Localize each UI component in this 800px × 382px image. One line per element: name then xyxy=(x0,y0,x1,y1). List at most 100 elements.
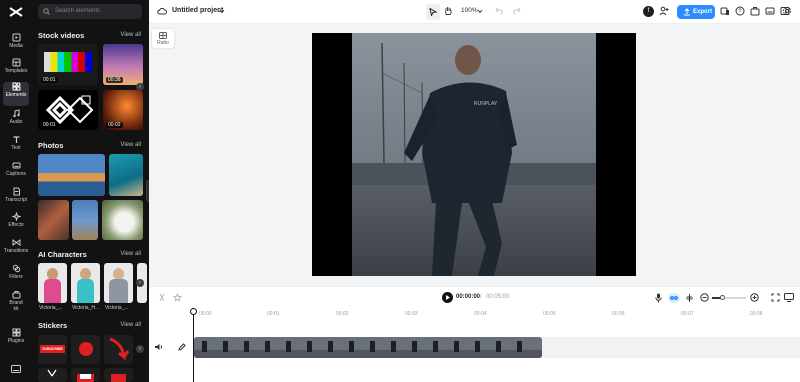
device-preview-icon[interactable] xyxy=(720,6,730,16)
stock-video-thumb[interactable]: 00:01 xyxy=(38,44,98,85)
photo-thumb[interactable] xyxy=(38,154,105,196)
rail-label: Captions xyxy=(6,171,26,177)
stock-video-thumb[interactable]: 00:02 xyxy=(103,90,143,130)
select-tool-button[interactable] xyxy=(426,4,440,20)
share-user-icon[interactable] xyxy=(659,6,669,16)
subscribe-sticker: SUBSCRIBE xyxy=(40,345,65,353)
keyboard-shortcuts-icon[interactable] xyxy=(765,6,775,16)
settings-gear-icon[interactable] xyxy=(782,6,792,16)
rail-item-media[interactable]: Media xyxy=(0,33,32,57)
time-tick: 00:02 xyxy=(336,311,349,317)
photo-thumb[interactable] xyxy=(109,154,143,196)
sticker-thumb[interactable] xyxy=(38,368,67,382)
rail-item-effects[interactable]: Effects xyxy=(0,212,32,236)
project-title[interactable]: Untitled project xyxy=(172,7,223,14)
captions-icon xyxy=(12,162,20,169)
help-icon[interactable]: ? xyxy=(735,6,745,16)
track-audio-icon[interactable] xyxy=(154,343,163,351)
hand-icon[interactable] xyxy=(444,6,453,16)
play-button[interactable] xyxy=(442,292,453,303)
sticker-thumb[interactable] xyxy=(104,368,133,382)
rail-item-templates[interactable]: Templates xyxy=(0,58,32,82)
rail-item-filters[interactable]: Filters xyxy=(0,264,32,288)
rail-item-brand-kit[interactable]: Brand kit xyxy=(0,290,32,318)
rail-item-audio[interactable]: Audio xyxy=(0,109,32,133)
link-toggle[interactable] xyxy=(668,293,680,303)
zoom-level[interactable]: 100% xyxy=(461,7,478,14)
sticker-thumb[interactable] xyxy=(104,335,133,364)
undo-icon[interactable] xyxy=(495,6,504,15)
character-name: Victoria_... xyxy=(39,305,63,311)
photo-thumb[interactable] xyxy=(102,200,143,240)
section-title-photos: Photos xyxy=(38,141,64,150)
ratio-label: Ratio xyxy=(157,40,169,46)
microphone-icon[interactable] xyxy=(655,293,662,303)
search-elements-input[interactable]: Search elements xyxy=(38,4,142,19)
zoom-out-icon[interactable] xyxy=(700,293,709,302)
rail-label: Templates xyxy=(4,68,28,74)
zoom-slider-track[interactable] xyxy=(712,295,746,300)
ai-character-thumb[interactable] xyxy=(104,263,133,303)
chevron-right-icon[interactable]: › xyxy=(136,279,144,287)
fit-timeline-icon[interactable] xyxy=(771,293,780,302)
ai-character-thumb[interactable] xyxy=(71,263,100,303)
view-all-stock-videos[interactable]: View all xyxy=(120,32,141,38)
playhead[interactable] xyxy=(193,308,194,382)
time-tick: 00:06 xyxy=(612,311,625,317)
export-button[interactable]: Export xyxy=(677,5,715,19)
chevron-right-icon[interactable]: › xyxy=(136,345,144,353)
rail-label: Transcript xyxy=(4,197,28,203)
stock-video-thumb[interactable]: 00:01 xyxy=(38,90,98,130)
photo-thumb[interactable] xyxy=(72,200,98,240)
time-tick: 00:01 xyxy=(267,311,280,317)
chevron-down-icon[interactable] xyxy=(477,9,483,14)
chevron-down-icon[interactable] xyxy=(219,9,225,14)
rail-label: Transitions xyxy=(3,248,29,254)
photo-thumb[interactable] xyxy=(38,200,69,240)
star-icon[interactable] xyxy=(173,293,182,302)
play-icon xyxy=(446,295,450,300)
timeline: 00:00 00:01 00:02 00:03 00:04 00:05 00:0… xyxy=(149,308,800,382)
time-tick: 00:08 xyxy=(750,311,763,317)
brand-kit-icon xyxy=(12,291,20,299)
view-all-photos[interactable]: View all xyxy=(120,142,141,148)
playhead-handle[interactable] xyxy=(190,308,197,315)
keyboard-icon[interactable] xyxy=(11,365,21,373)
audio-split-icon[interactable] xyxy=(685,293,694,303)
sticker-thumb[interactable]: SUBSCRIBE xyxy=(38,335,67,364)
rail-item-transitions[interactable]: Transitions xyxy=(0,238,32,262)
edit-pencil-icon[interactable] xyxy=(178,343,186,351)
ai-character-thumb[interactable] xyxy=(38,263,67,303)
rail-item-plugins[interactable]: Plugins xyxy=(0,328,32,352)
fullscreen-preview-icon[interactable] xyxy=(784,293,794,302)
upload-icon xyxy=(684,8,690,16)
zoom-in-icon[interactable] xyxy=(750,293,759,302)
video-preview[interactable]: RUNPLAY xyxy=(312,33,636,276)
rail-item-captions[interactable]: Captions xyxy=(0,161,32,185)
stock-video-thumb[interactable]: 00:38 xyxy=(103,44,143,85)
rail-item-elements[interactable]: Elements xyxy=(3,82,29,106)
sticker-thumb[interactable] xyxy=(71,335,100,364)
rail-item-text[interactable]: Text xyxy=(0,135,32,159)
filters-icon xyxy=(12,264,20,273)
redo-icon[interactable] xyxy=(512,6,521,15)
split-icon[interactable] xyxy=(158,293,166,302)
transcript-icon xyxy=(13,187,20,196)
cloud-icon[interactable] xyxy=(157,7,167,15)
briefcase-icon[interactable] xyxy=(750,6,760,16)
ratio-button[interactable]: Ratio xyxy=(152,29,174,48)
view-all-ai-characters[interactable]: View all xyxy=(120,251,141,257)
rail-label: Plugins xyxy=(7,338,25,344)
time-separator: / xyxy=(480,294,482,300)
current-time: 00:00:00 xyxy=(456,294,481,300)
video-clip[interactable] xyxy=(194,337,542,358)
zoom-slider-thumb[interactable] xyxy=(720,295,725,300)
sticker-thumb[interactable] xyxy=(71,368,100,382)
rail-item-transcript[interactable]: Transcript xyxy=(0,187,32,211)
view-all-stickers[interactable]: View all xyxy=(120,322,141,328)
media-icon xyxy=(12,33,20,42)
capcut-logo xyxy=(9,7,23,17)
playback-bar: 00:00:00 / 00:05:00 xyxy=(149,286,800,308)
avatar[interactable]: f xyxy=(643,6,654,17)
rail-label: Media xyxy=(9,43,23,49)
